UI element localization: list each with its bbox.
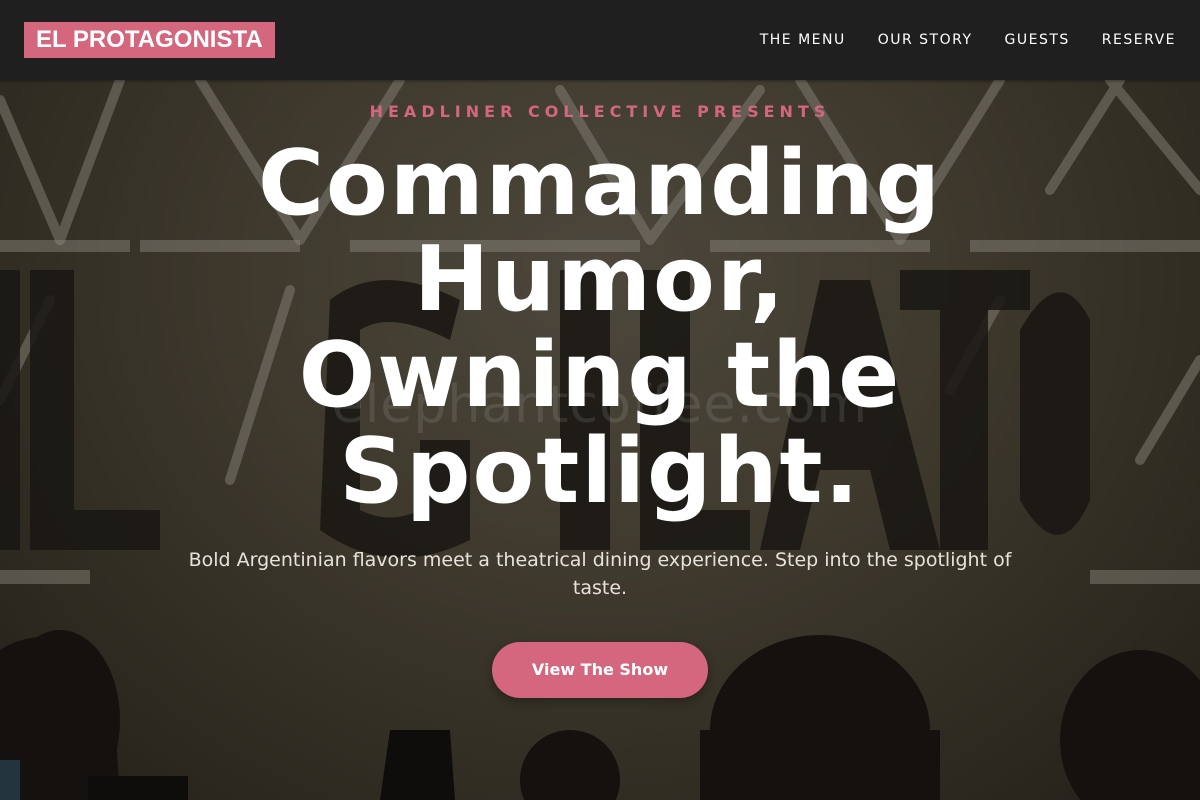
navbar: EL PROTAGONISTA THE MENU OUR STORY GUEST… [0, 0, 1200, 80]
hero-eyebrow: HEADLINER COLLECTIVE PRESENTS [369, 102, 831, 121]
nav-link-guests[interactable]: GUESTS [1005, 30, 1070, 50]
page: elephantcoffee.com EL PROTAGONISTA THE M… [0, 0, 1200, 800]
hero-subtitle: Bold Argentinian flavors meet a theatric… [188, 549, 1012, 599]
site-logo[interactable]: EL PROTAGONISTA [24, 22, 275, 58]
view-the-show-button[interactable]: View The Show [492, 642, 708, 698]
hero-section: HEADLINER COLLECTIVE PRESENTS Commanding… [0, 80, 1200, 698]
nav-link-the-menu[interactable]: THE MENU [760, 30, 846, 50]
nav-links: THE MENU OUR STORY GUESTS RESERVE [760, 30, 1176, 50]
nav-link-reserve[interactable]: RESERVE [1102, 30, 1176, 50]
hero-headline: Commanding Humor, Owning the Spotlight. [257, 131, 942, 524]
nav-link-our-story[interactable]: OUR STORY [878, 30, 973, 50]
